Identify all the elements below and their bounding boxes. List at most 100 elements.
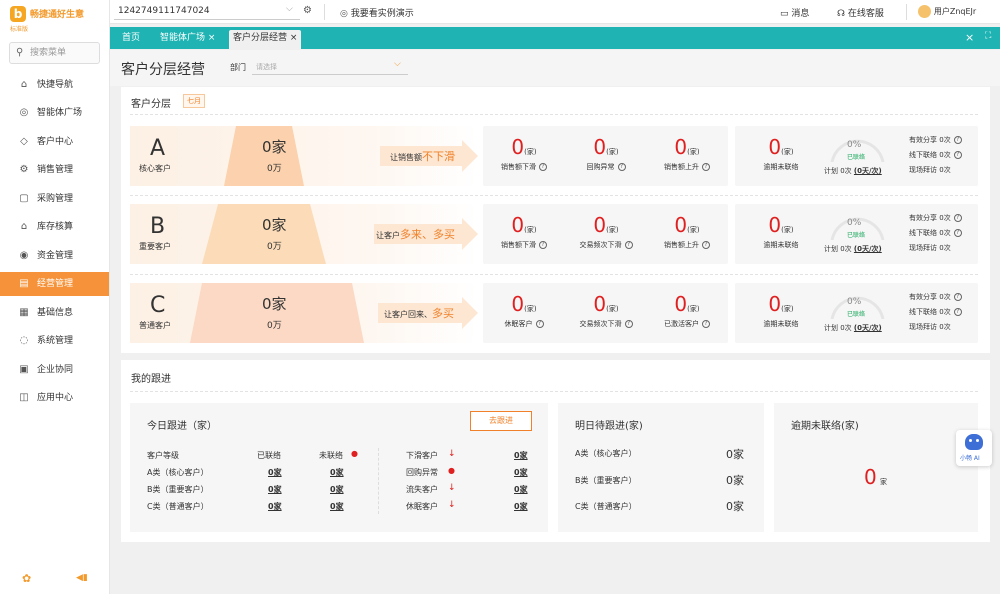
divider [130, 274, 978, 275]
sidebar-item-sales[interactable]: ⚙ 销售管理 [0, 158, 109, 182]
help-icon[interactable]: ? [624, 320, 633, 328]
metric-unit: (家) [781, 305, 794, 313]
contacted-count-link[interactable]: 0家 [268, 484, 282, 495]
help-icon[interactable]: ? [953, 214, 962, 222]
pending-count: 0家 [726, 448, 744, 461]
sidebar-item-business-mgmt[interactable]: ▤ 经营管理 [0, 272, 109, 296]
help-icon[interactable]: ? [702, 163, 710, 171]
gauge-status: 已联络 [847, 154, 866, 161]
metric-sales-decline[interactable]: 0(家) 销售额下滑? [485, 136, 563, 172]
stat-label: 有效分享 [909, 293, 937, 301]
uncontacted-count-link[interactable]: 0家 [330, 467, 344, 478]
fullscreen-icon[interactable]: ⛶ [985, 31, 991, 41]
metric-frequency-decline[interactable]: 0(家) 交易频次下滑? [567, 214, 645, 250]
demo-link[interactable]: ◎ 我要看实例演示 [340, 6, 414, 19]
help-icon[interactable]: ? [617, 163, 626, 171]
uncontacted-count-link[interactable]: 0家 [330, 501, 344, 512]
dept-select[interactable]: 请选择 ⌵ [252, 59, 408, 75]
close-icon[interactable]: × [290, 33, 298, 43]
segment-amount: 0万 [267, 321, 282, 331]
tab-customer-tiering[interactable]: 客户分层经营 × [229, 30, 302, 49]
tab-agent-square[interactable]: 智能体广场 × [156, 30, 219, 49]
contacted-count-link[interactable]: 0家 [268, 501, 282, 512]
stat-value: 0次 [939, 136, 951, 144]
col-header: 已联络 [257, 451, 281, 460]
help-icon[interactable]: ? [702, 320, 710, 328]
metric-value: 0 [768, 292, 782, 316]
tab-home[interactable]: 首页 [118, 30, 144, 49]
sidebar-item-collab[interactable]: ▣ 企业协同 [0, 358, 109, 382]
messages-button[interactable]: ▭ 消息 [780, 6, 809, 19]
close-icon[interactable]: × [208, 33, 216, 43]
sidebar-item-purchase[interactable]: ▢ 采购管理 [0, 187, 109, 211]
uncontacted-count-link[interactable]: 0家 [330, 484, 344, 495]
help-icon[interactable]: ? [953, 229, 962, 237]
warning-icon: ● [351, 449, 358, 458]
alert-count-link[interactable]: 0家 [514, 501, 528, 512]
sidebar-item-quick-nav[interactable]: ⌂ 快捷导航 [0, 73, 109, 97]
menu-search-input[interactable]: ⚲ 搜索菜单 [9, 42, 100, 64]
help-icon[interactable]: ? [953, 151, 962, 159]
stat-value: 0次 [939, 229, 951, 237]
contacted-count-link[interactable]: 0家 [268, 467, 282, 478]
metric-activated[interactable]: 0(家) 已激活客户? [648, 293, 726, 329]
alert-count-link[interactable]: 0家 [514, 484, 528, 495]
metric-overdue[interactable]: 0(家) 逾期未联络 [743, 214, 819, 250]
account-settings-icon[interactable]: ⚙ [303, 5, 312, 16]
tab-label: 智能体广场 [160, 33, 206, 43]
metric-label: 交易频次下滑 [579, 320, 622, 328]
sidebar-item-app-center[interactable]: ◫ 应用中心 [0, 386, 109, 410]
help-icon[interactable]: ? [535, 320, 544, 328]
sidebar-item-inventory[interactable]: ⌂ 库存核算 [0, 215, 109, 239]
close-all-tabs-icon[interactable]: × [965, 31, 974, 44]
sidebar-item-basic-info[interactable]: ▦ 基础信息 [0, 301, 109, 325]
help-icon[interactable]: ? [624, 241, 633, 249]
online-service-button[interactable]: ☊ 在线客服 [837, 6, 884, 19]
settings-gear-icon[interactable]: ✿ [22, 572, 31, 585]
level-label: B类（重要客户） [147, 485, 209, 494]
metric-repurchase-anomaly[interactable]: 0(家) 回购异常? [567, 136, 645, 172]
sidebar-item-customer-center[interactable]: ◇ 客户中心 [0, 130, 109, 154]
sidebar-item-funds[interactable]: ◉ 资金管理 [0, 244, 109, 268]
metric-sales-rise[interactable]: 0(家) 销售额上升? [648, 136, 726, 172]
go-followup-button[interactable]: 去跟进 [470, 411, 532, 431]
collapse-sidebar-icon[interactable]: ◀▮ [76, 573, 88, 583]
metric-unit: (家) [524, 305, 537, 313]
help-icon[interactable]: ? [953, 293, 962, 301]
metric-dormant[interactable]: 0(家) 休眠客户? [485, 293, 563, 329]
metric-unit: (家) [781, 148, 794, 156]
sidebar-item-agent-square[interactable]: ◎ 智能体广场 [0, 101, 109, 125]
metric-frequency-decline[interactable]: 0(家) 交易频次下滑? [567, 293, 645, 329]
gauge-percent: 0% [847, 297, 862, 307]
metric-value: 0 [593, 213, 607, 237]
segment-row-b: B 重要客户 0家 0万 让客户多来、多买 0(家) 销售额下滑? 0(家) 交易频… [130, 204, 978, 264]
help-icon[interactable]: ? [702, 241, 710, 249]
help-icon[interactable]: ? [953, 308, 962, 316]
account-select[interactable]: 1242749111747024 ⌵ [114, 4, 300, 20]
plan-frequency-link[interactable]: (0天/次) [854, 245, 882, 253]
plan-frequency-link[interactable]: (0天/次) [854, 324, 882, 332]
metric-label: 回购异常 [586, 163, 615, 171]
help-icon[interactable]: ? [539, 163, 547, 171]
metric-label: 销售额下滑 [501, 241, 536, 249]
overdue-count[interactable]: 0 [864, 465, 877, 489]
metric-overdue[interactable]: 0(家) 逾期未联络 [743, 293, 819, 329]
metric-sales-rise[interactable]: 0(家) 销售额上升? [648, 214, 726, 250]
alert-count-link[interactable]: 0家 [514, 450, 528, 461]
metric-overdue[interactable]: 0(家) 逾期未联络 [743, 136, 819, 172]
chevron-down-icon: ⌵ [394, 59, 401, 69]
metric-unit: (家) [606, 148, 619, 156]
card-title: 明日待跟进(家) [575, 421, 643, 432]
metric-sales-decline[interactable]: 0(家) 销售额下滑? [485, 214, 563, 250]
diamond-icon: ◇ [20, 136, 28, 147]
sidebar-item-system[interactable]: ◌ 系统管理 [0, 329, 109, 353]
user-name: 用户ZnqEJr [933, 7, 977, 16]
arrow-down-icon: ↓ [448, 483, 456, 493]
help-icon[interactable]: ? [539, 241, 547, 249]
brand-logo[interactable]: b 畅捷通好生意 标准版 [10, 4, 110, 33]
user-menu[interactable]: 用户ZnqEJr [918, 5, 976, 18]
alert-count-link[interactable]: 0家 [514, 467, 528, 478]
help-icon[interactable]: ? [953, 136, 962, 144]
ai-assistant-button[interactable]: 小畅 AI [956, 430, 992, 466]
plan-frequency-link[interactable]: (0天/次) [854, 167, 882, 175]
